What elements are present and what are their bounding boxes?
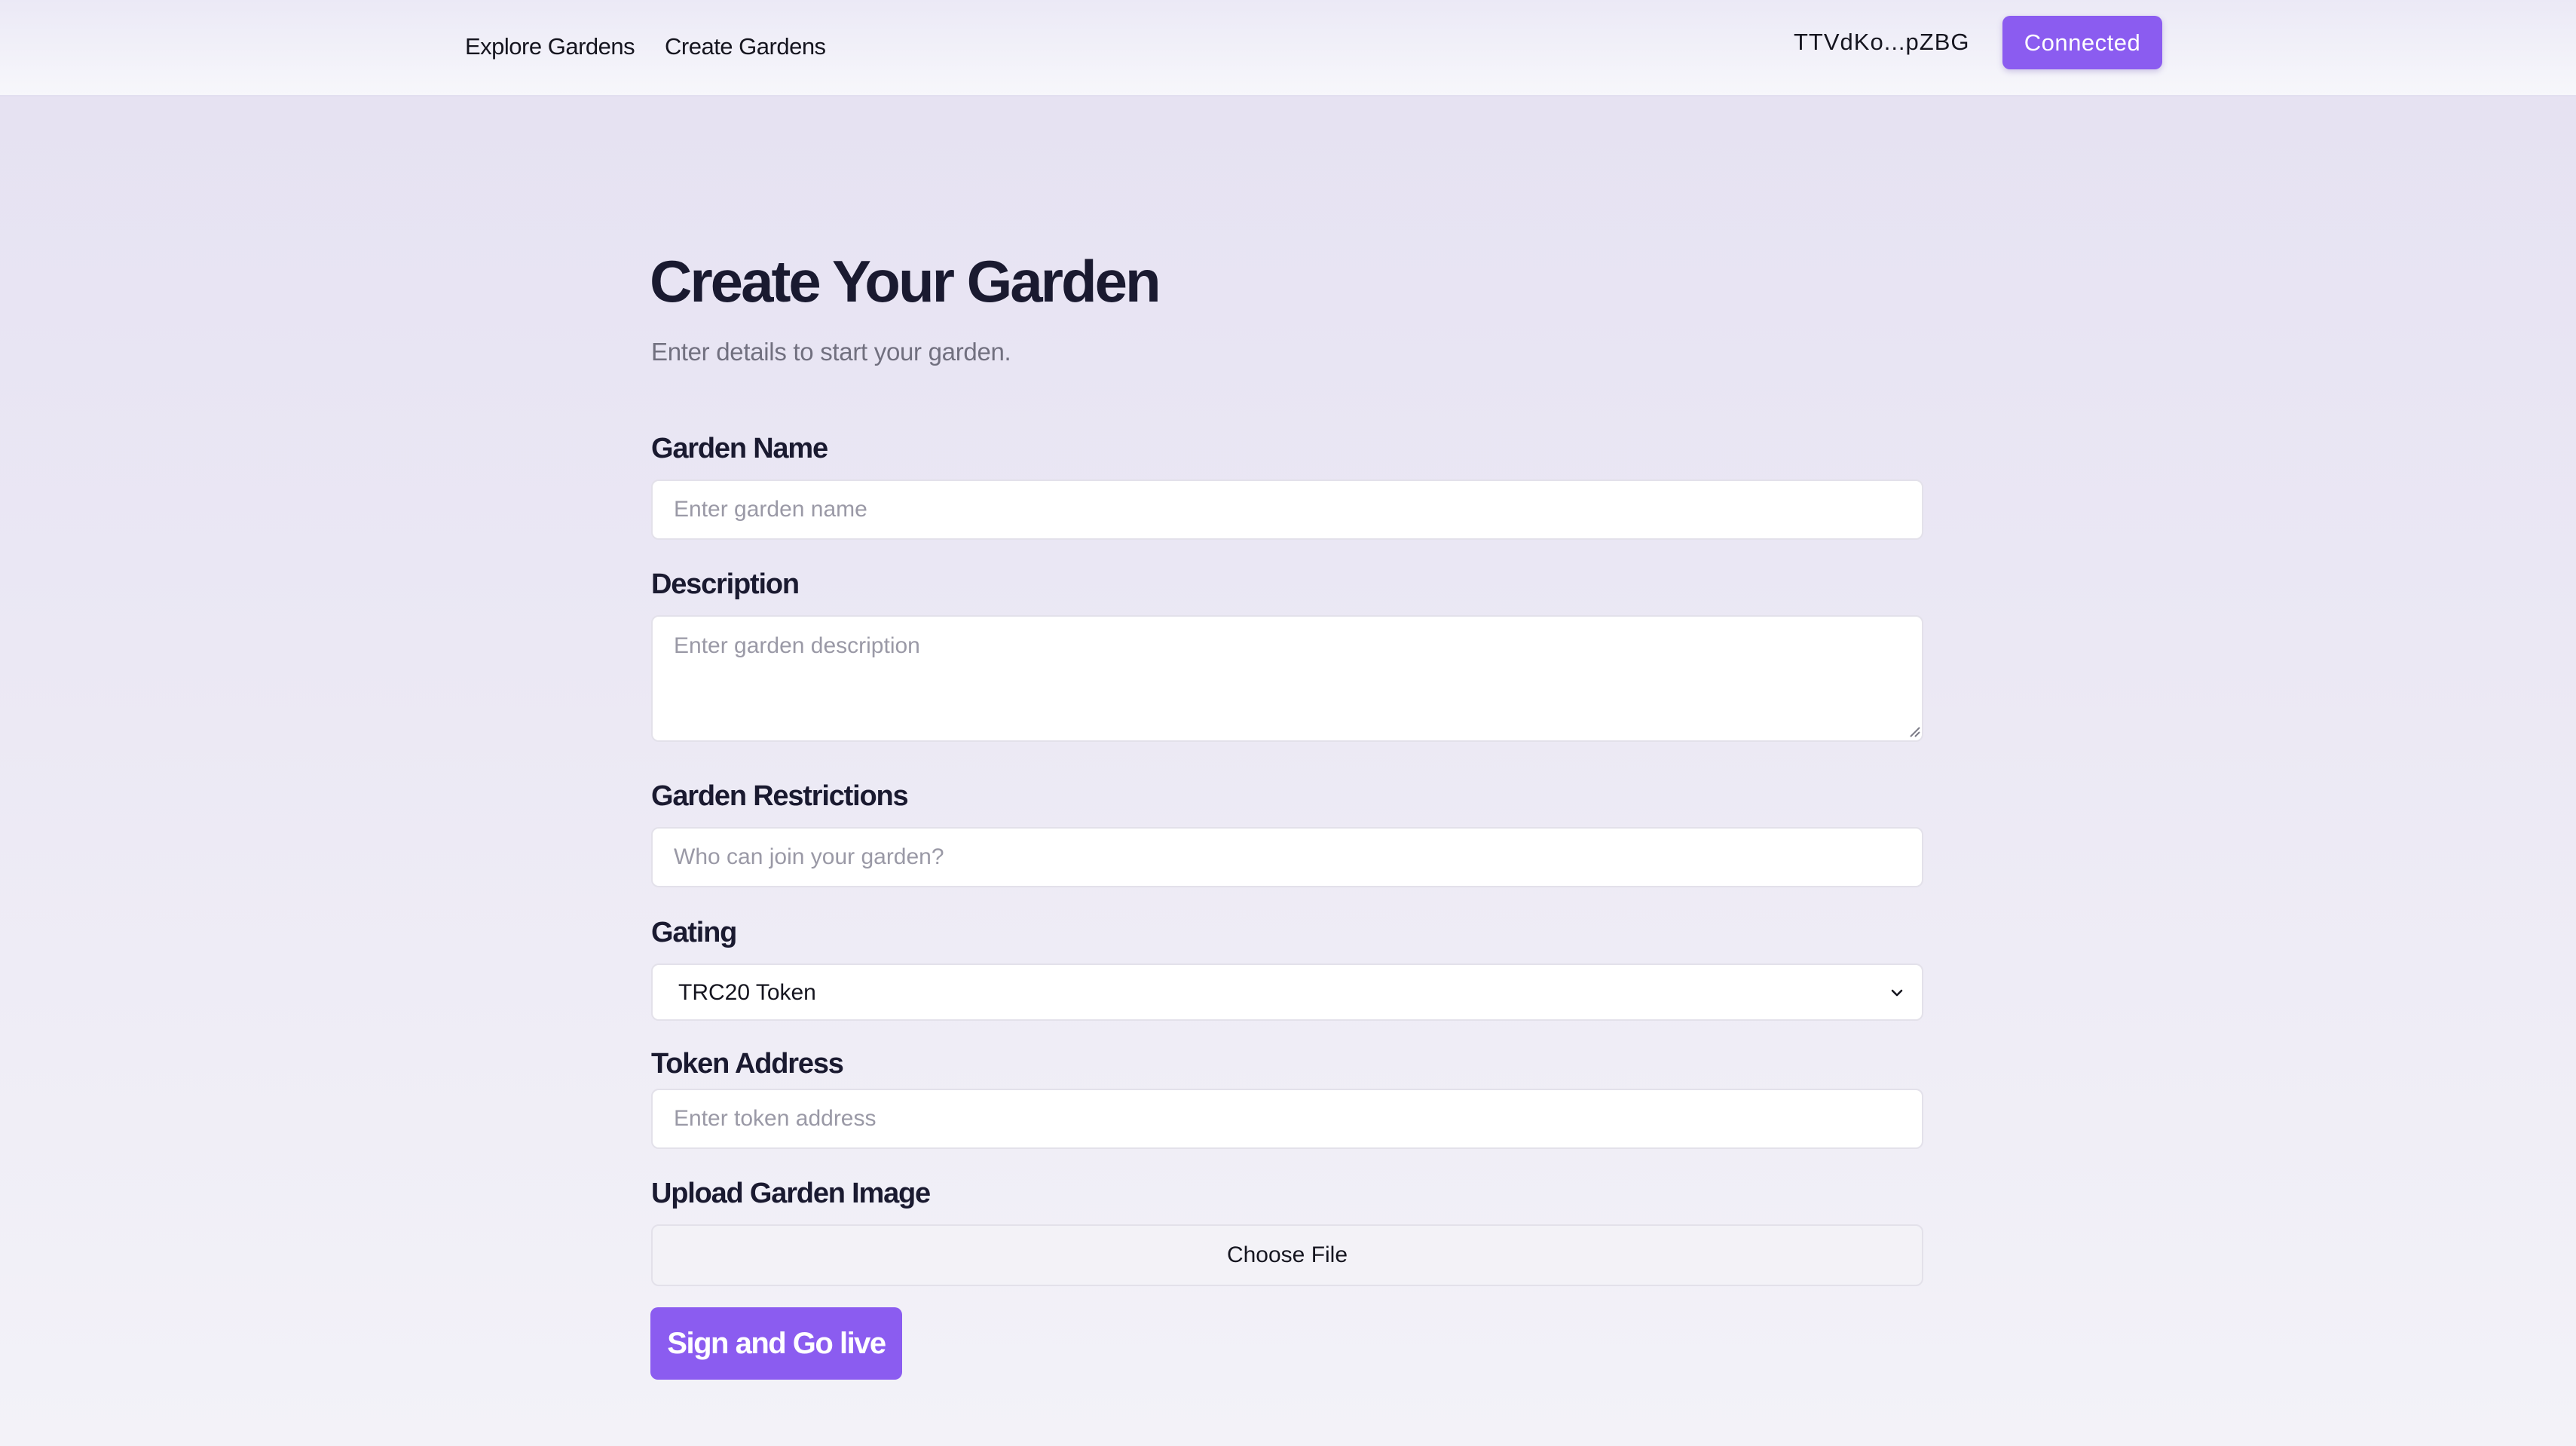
page-title: Create Your Garden bbox=[650, 248, 1161, 314]
gating-select[interactable]: TRC20 Token bbox=[651, 963, 1923, 1021]
upload-image-label: Upload Garden Image bbox=[651, 1178, 931, 1209]
nav-create-gardens[interactable]: Create Gardens bbox=[665, 33, 826, 60]
top-navbar: Explore Gardens Create Gardens TTVdKo...… bbox=[0, 0, 2576, 97]
token-address-label: Token Address bbox=[651, 1048, 844, 1080]
sign-and-go-live-button[interactable]: Sign and Go live bbox=[650, 1307, 902, 1380]
garden-restrictions-input[interactable] bbox=[651, 827, 1923, 887]
description-textarea[interactable] bbox=[651, 615, 1923, 742]
resize-handle-icon[interactable] bbox=[1908, 725, 1920, 737]
nav-explore-gardens[interactable]: Explore Gardens bbox=[465, 33, 635, 60]
wallet-connected-button[interactable]: Connected bbox=[2002, 16, 2162, 69]
gating-label: Gating bbox=[651, 917, 737, 948]
description-label: Description bbox=[651, 568, 800, 600]
garden-name-input[interactable] bbox=[651, 479, 1923, 540]
garden-restrictions-label: Garden Restrictions bbox=[651, 780, 909, 812]
chevron-down-icon bbox=[1891, 989, 1903, 997]
gating-selected-value: TRC20 Token bbox=[678, 980, 816, 1005]
choose-file-button[interactable]: Choose File bbox=[651, 1224, 1923, 1286]
token-address-input[interactable] bbox=[651, 1089, 1923, 1149]
wallet-address: TTVdKo...pZBG bbox=[1794, 29, 1970, 55]
page-subtitle: Enter details to start your garden. bbox=[651, 338, 1011, 366]
garden-name-label: Garden Name bbox=[651, 433, 828, 464]
